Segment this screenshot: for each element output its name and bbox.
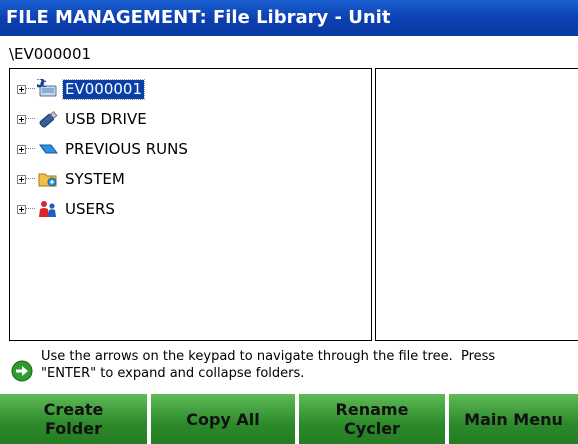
unit-computer-icon: C bbox=[37, 79, 57, 97]
window-title: FILE MANAGEMENT: File Library - Unit bbox=[0, 0, 578, 36]
tree-item-usb-drive[interactable]: USB DRIVE bbox=[17, 108, 149, 130]
help-text: Use the arrows on the keypad to navigate… bbox=[41, 348, 578, 382]
copy-all-button[interactable]: Copy All bbox=[151, 394, 295, 444]
rename-cycler-label-line2: Cycler bbox=[344, 419, 400, 438]
current-path: \EV000001 bbox=[9, 45, 92, 63]
create-folder-button[interactable]: Create Folder bbox=[0, 394, 147, 444]
expand-icon[interactable] bbox=[17, 204, 26, 214]
previous-runs-icon bbox=[39, 144, 58, 154]
usb-drive-icon bbox=[39, 110, 58, 128]
tree-connector bbox=[26, 178, 35, 180]
tree-label: SYSTEM bbox=[65, 169, 125, 188]
tree-connector bbox=[26, 208, 35, 210]
tree-connector bbox=[26, 118, 35, 120]
system-folder-icon bbox=[38, 173, 57, 187]
tree-label: USB DRIVE bbox=[65, 109, 147, 128]
create-folder-label-line2: Folder bbox=[45, 419, 102, 438]
tree-label: PREVIOUS RUNS bbox=[65, 139, 188, 158]
expand-icon[interactable] bbox=[17, 144, 26, 154]
expand-icon[interactable] bbox=[17, 174, 26, 184]
tree-connector bbox=[26, 88, 35, 90]
tree-label: EV000001 bbox=[62, 78, 145, 100]
create-folder-label-line1: Create bbox=[43, 400, 104, 419]
expand-icon[interactable] bbox=[17, 84, 26, 94]
main-menu-button[interactable]: Main Menu bbox=[449, 394, 578, 444]
copy-all-label: Copy All bbox=[186, 409, 260, 429]
expand-icon[interactable] bbox=[17, 114, 26, 124]
help-message: Use the arrows on the keypad to navigate… bbox=[9, 348, 578, 388]
tree-item-system[interactable]: SYSTEM bbox=[17, 168, 127, 190]
tree-item-previous-runs[interactable]: PREVIOUS RUNS bbox=[17, 138, 190, 160]
tree-label: USERS bbox=[65, 199, 115, 218]
rename-cycler-button[interactable]: Rename Cycler bbox=[299, 394, 445, 444]
main-menu-label: Main Menu bbox=[464, 409, 563, 429]
green-arrow-icon bbox=[11, 360, 33, 382]
footer-button-bar: Create Folder Copy All Rename Cycler Main … bbox=[0, 394, 578, 444]
help-text-line2: "ENTER" to expand and collapse folders. bbox=[41, 366, 305, 381]
rename-cycler-label-line1: Rename bbox=[335, 400, 409, 419]
tree-connector bbox=[26, 148, 35, 150]
tree-item-ev000001[interactable]: C EV000001 bbox=[17, 78, 145, 100]
file-tree-pane[interactable]: C EV000001 USB DRIVE PREVIOUS RUNS SYSTE… bbox=[9, 68, 372, 341]
tree-item-users[interactable]: USERS bbox=[17, 198, 117, 220]
file-detail-pane[interactable] bbox=[375, 68, 578, 341]
users-icon bbox=[39, 201, 56, 217]
svg-text:C: C bbox=[40, 80, 47, 90]
help-text-line1: Use the arrows on the keypad to navigate… bbox=[41, 349, 496, 364]
